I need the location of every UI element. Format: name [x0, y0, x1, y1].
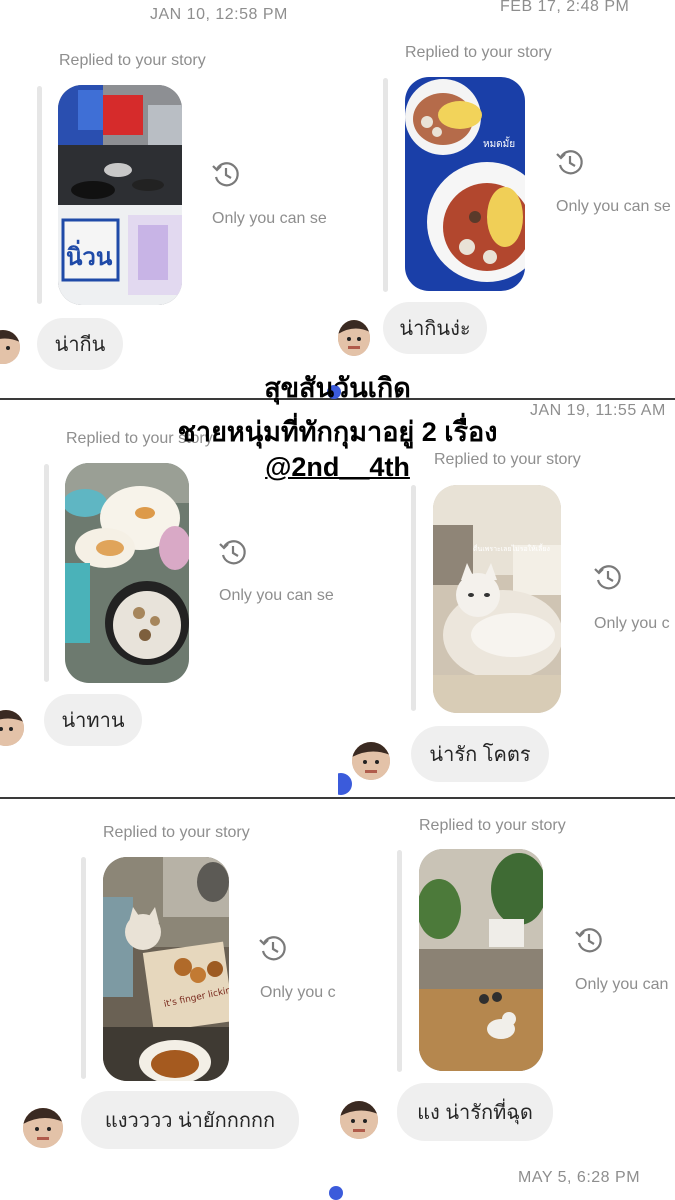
replied-label: Replied to your story	[405, 44, 552, 61]
message-bubble[interactable]: แงวววว น่ายักกกกก	[81, 1091, 299, 1149]
message-bubble[interactable]: น่ารัก โคตร	[411, 726, 549, 782]
avatar[interactable]	[338, 320, 370, 356]
only-you-can-see-label: Only you can se	[556, 198, 671, 215]
food-stall-image: นิ่วน	[58, 85, 182, 305]
cat-fried-chicken-image: it's finger lickin' good	[103, 857, 229, 1081]
only-you-can-see-label: Only you can se	[219, 587, 334, 604]
dm-panel-6: Replied to your story Only you can แง น่…	[338, 799, 675, 1200]
message-bubble[interactable]: น่ากีน	[37, 318, 123, 370]
history-clock-icon	[593, 563, 623, 593]
reply-quote-line	[37, 86, 42, 304]
message-bubble[interactable]: น่ากินง่ะ	[383, 302, 487, 354]
cat-garden-image	[419, 849, 543, 1071]
timestamp: JAN 10, 12:58 PM	[150, 6, 288, 23]
unread-indicator	[329, 1186, 343, 1200]
history-clock-icon	[218, 538, 248, 568]
history-clock-icon	[555, 148, 585, 178]
dm-panel-2: FEB 17, 2:48 PM Replied to your story หม…	[338, 0, 675, 398]
overlay-handle: @2nd__4th	[0, 452, 675, 483]
reply-quote-line	[383, 78, 388, 292]
noodle-bowl-image: หมดมั้ย	[405, 77, 525, 291]
dm-panel-5: Replied to your story it's finger lickin…	[0, 799, 338, 1200]
reply-quote-line	[397, 850, 402, 1072]
dm-panel-1: JAN 10, 12:58 PM Replied to your story น…	[0, 0, 340, 398]
history-clock-icon	[574, 926, 604, 956]
story-caption: หมดมั้ย	[483, 136, 515, 150]
instagram-handle[interactable]: @2nd__4th	[265, 452, 410, 482]
story-thumbnail[interactable]: it's finger lickin' good	[103, 857, 229, 1081]
history-clock-icon	[211, 160, 241, 190]
avatar[interactable]	[352, 742, 390, 780]
avatar[interactable]	[340, 1101, 378, 1139]
avatar[interactable]	[0, 330, 20, 364]
story-thumbnail[interactable]: ตื่นเพราะเลยไม่รอให้เลี้ยง	[433, 485, 561, 713]
replied-label: Replied to your story	[103, 824, 250, 841]
message-bubble[interactable]: น่าทาน	[44, 694, 142, 746]
overlay-line-2: ชายหนุ่มที่ทักกุมาอยู่ 2 เรื่อง	[177, 417, 498, 447]
unread-indicator	[338, 773, 352, 795]
only-you-can-see-label: Only you c	[594, 615, 670, 632]
only-you-can-see-label: Only you can se	[212, 210, 327, 227]
story-thumbnail[interactable]: นิ่วน	[58, 85, 182, 305]
only-you-can-see-label: Only you can	[575, 976, 669, 993]
overlay-line-1: สุขสันวันเกิด	[264, 373, 411, 403]
timestamp: FEB 17, 2:48 PM	[500, 0, 630, 15]
avatar[interactable]	[23, 1108, 63, 1148]
reply-quote-line	[81, 857, 86, 1079]
only-you-can-see-label: Only you c	[260, 984, 336, 1001]
timestamp: MAY 5, 6:28 PM	[518, 1169, 641, 1186]
message-bubble[interactable]: แง น่ารักที่ฉุด	[397, 1083, 553, 1141]
breakfast-table-image	[65, 463, 189, 683]
replied-label: Replied to your story	[59, 52, 206, 69]
story-thumbnail[interactable]	[65, 463, 189, 683]
reply-quote-line	[411, 485, 416, 711]
replied-label: Replied to your story	[419, 817, 566, 834]
avatar[interactable]	[0, 710, 24, 746]
history-clock-icon	[258, 934, 288, 964]
story-thumbnail[interactable]	[419, 849, 543, 1071]
cat-on-bed-image: ตื่นเพราะเลยไม่รอให้เลี้ยง	[433, 485, 561, 713]
story-thumbnail[interactable]: หมดมั้ย	[405, 77, 525, 291]
svg-text:นิ่วน: นิ่วน	[66, 239, 113, 271]
reply-quote-line	[44, 464, 49, 682]
